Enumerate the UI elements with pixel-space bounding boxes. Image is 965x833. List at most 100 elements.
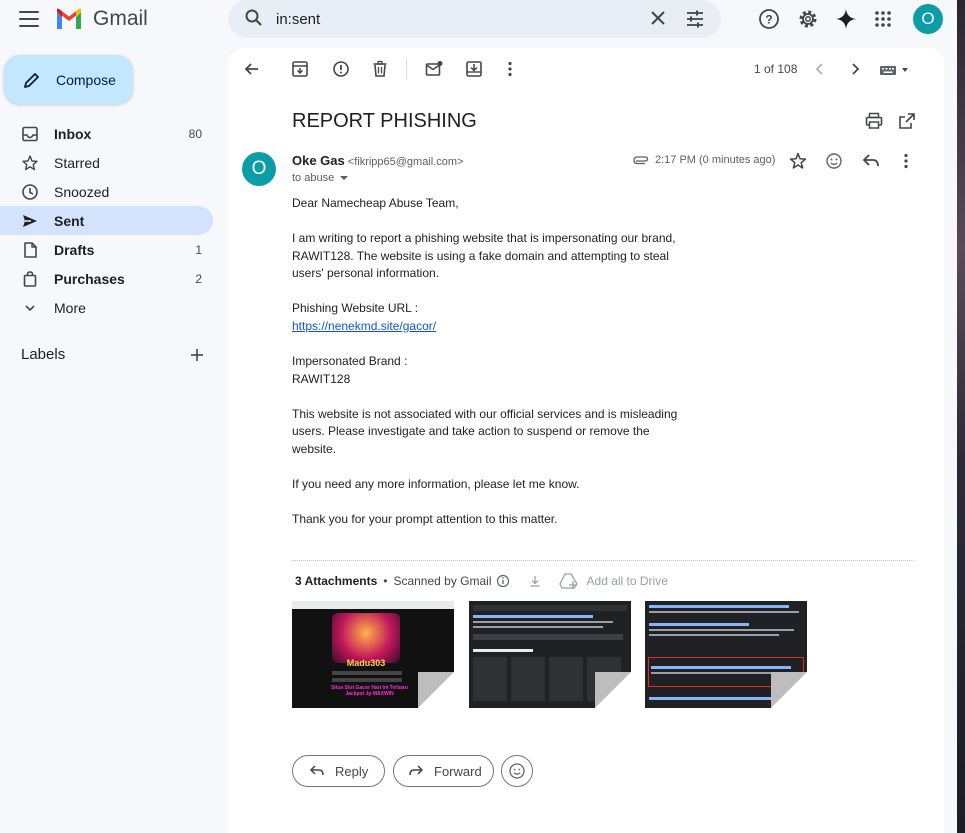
sidebar-item-label: More [54,299,86,316]
thumbnail-corner-fold [418,672,454,708]
add-reaction-emoji-icon[interactable] [824,151,844,171]
sender-avatar[interactable]: O [242,152,276,186]
brand-label: Impersonated Brand : [292,354,408,369]
body-paragraph: If you need any more information, please… [292,477,580,492]
open-in-new-window-icon[interactable] [897,111,917,131]
download-all-icon[interactable] [528,574,542,588]
desktop-background-edge [957,0,965,833]
thumbnail-corner-fold [771,672,807,708]
help-icon[interactable]: ? [756,6,782,32]
chevron-right-icon[interactable] [845,59,865,79]
sidebar-item-snoozed[interactable]: Snoozed [0,177,213,206]
clear-search-icon[interactable] [648,8,668,28]
sidebar-item-inbox[interactable]: Inbox 80 [0,119,213,148]
thumb-line [473,615,593,618]
gemini-sparkle-icon[interactable] [833,6,859,32]
more-vertical-icon[interactable] [500,59,520,79]
sidebar-item-starred[interactable]: Starred [0,148,213,177]
thumb-line [649,629,794,631]
emoji-reaction-button[interactable] [501,755,533,787]
attachment-thumbnail-1[interactable]: Madu303 Situs Slot Gacor Hari Ini Terbar… [292,601,454,708]
keyboard-input-icon[interactable] [879,64,913,76]
compose-label: Compose [56,71,116,88]
forward-icon [409,765,424,776]
forward-label: Forward [434,763,482,779]
thumb-line [651,666,791,669]
body-paragraph: This website is not associated with our … [292,406,678,456]
trash-icon[interactable] [370,59,390,79]
search-options-icon[interactable] [684,8,706,30]
attachments-divider [292,560,914,561]
thumb-button [332,678,402,682]
message-view: 1 of 108 REPORT PHISHING O Oke Gas <fikri… [228,48,944,833]
recipient-line[interactable]: to abuse [292,172,349,184]
sidebar-item-label: Drafts [54,241,95,258]
unread-count: 80 [188,126,202,141]
attachments-count: 3 Attachments [295,574,378,588]
body-paragraph: I am writing to report a phishing websit… [292,231,676,281]
sidebar-item-drafts[interactable]: Drafts 1 [0,235,213,264]
add-to-tasks-icon[interactable] [464,59,484,79]
reply-button[interactable]: Reply [292,755,385,787]
sidebar-item-label: Snoozed [54,183,110,200]
thumb-line [649,605,789,608]
separator-dot: • [383,574,388,588]
sidebar-item-sent[interactable]: Sent [0,206,213,235]
sidebar-item-more[interactable]: More [0,293,213,322]
search-icon[interactable] [244,8,264,28]
thumb-line [649,623,749,626]
settings-gear-icon[interactable] [795,6,821,32]
forward-button[interactable]: Forward [393,755,494,787]
star-icon[interactable] [788,151,808,171]
search-input[interactable] [276,6,636,32]
sidebar-item-label: Sent [54,212,85,229]
email-body: Dear Namecheap Abuse Team, I am writing … [292,195,692,546]
browser-bar [292,601,454,609]
info-icon[interactable] [496,574,510,588]
add-to-drive-icon[interactable] [558,572,579,590]
thumb-line [649,611,799,613]
thumb-line [473,626,603,628]
thumb-brand: Madu303 [346,658,386,668]
reply-icon[interactable] [861,151,881,171]
scanned-label: Scanned by Gmail [393,574,492,588]
thumb-card [549,657,583,701]
thumb-line [473,605,627,611]
add-label-icon[interactable] [188,346,206,364]
thumb-card [511,657,545,701]
apps-grid-icon[interactable] [870,6,896,32]
star-icon [22,155,38,171]
print-icon[interactable] [864,111,884,131]
archive-icon[interactable] [290,59,310,79]
thumb-button [332,671,402,675]
back-arrow-icon[interactable] [242,59,262,79]
chevron-down-icon [25,305,35,312]
mark-unread-icon[interactable] [424,59,444,79]
gmail-logo[interactable]: Gmail [55,7,148,31]
purchases-count: 2 [195,271,202,286]
attachment-thumbnail-2[interactable] [469,601,631,708]
clock-icon [22,184,38,200]
more-vertical-icon[interactable] [896,151,916,171]
chevron-left-icon[interactable] [810,59,830,79]
draft-count: 1 [195,242,202,257]
sender-name[interactable]: Oke Gas [292,153,345,168]
attachment-thumbnail-3[interactable] [645,601,807,708]
add-to-drive-label[interactable]: Add all to Drive [587,574,668,588]
main-menu-icon[interactable] [18,8,40,30]
shopping-bag-icon [23,271,37,287]
sidebar-nav: Inbox 80 Starred Snoozed Sent Drafts 1 P… [0,119,213,322]
compose-button[interactable]: Compose [4,55,133,104]
thumb-card [473,657,507,701]
account-avatar[interactable]: O [913,4,943,34]
gmail-m-icon [57,8,81,29]
caret-down-icon[interactable] [340,176,349,180]
sidebar-item-purchases[interactable]: Purchases 2 [0,264,213,293]
attachments-header: 3 Attachments • Scanned by Gmail Add all… [295,572,668,590]
emoji-icon [509,763,525,779]
report-spam-icon[interactable] [331,59,351,79]
brand-block: Impersonated Brand : RAWIT128 [292,353,692,388]
phishing-url-link[interactable]: https://nenekmd.site/gacor/ [292,319,436,333]
labels-heading: Labels [21,346,66,363]
top-bar: Gmail ? O [0,0,965,40]
